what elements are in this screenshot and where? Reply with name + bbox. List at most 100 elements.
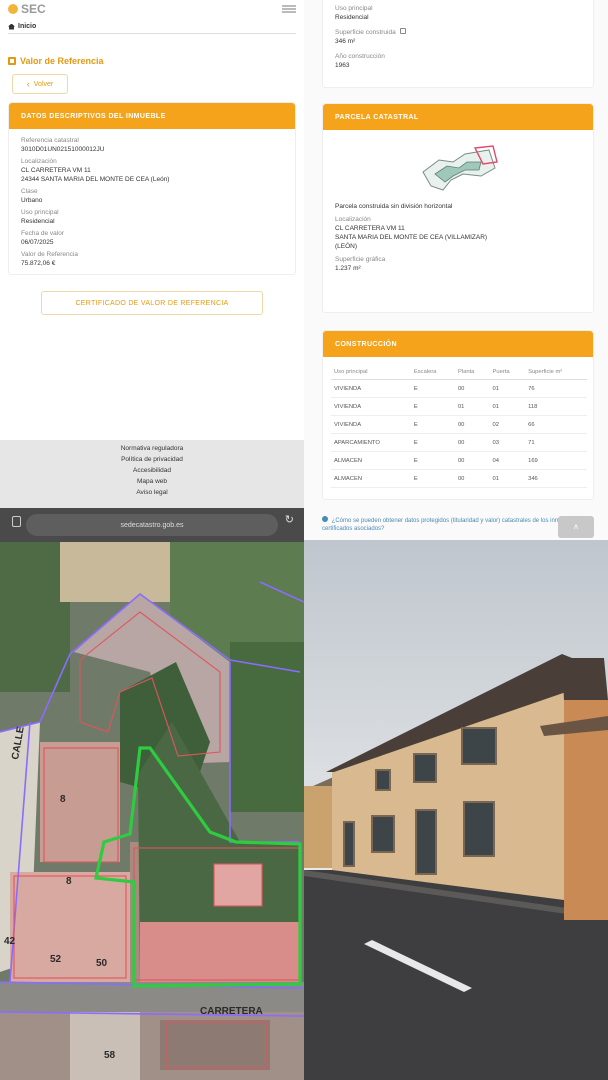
field-label: Uso principal	[335, 5, 373, 12]
construccion-card: CONSTRUCCIÓN Uso principal Escalera Plan…	[322, 330, 594, 500]
inmueble-summary-card: Uso principal Residencial Superficie con…	[322, 0, 594, 88]
table-cell: 118	[525, 397, 587, 416]
column-header: Superficie m²	[525, 365, 587, 380]
info-icon	[322, 516, 328, 522]
cadastral-satellite-map[interactable]: CALLE CARRETERA 42 50 58 52 8 8	[0, 542, 304, 1080]
page-title-text: Valor de Referencia	[20, 56, 104, 66]
map-label-52: 52	[50, 954, 62, 965]
field-label: Referencia catastral	[21, 137, 79, 144]
table-cell: 71	[525, 433, 587, 452]
nav-home-link[interactable]: Inicio	[8, 20, 296, 34]
referencia-catastral-value: 3010D01UN02151000012JU	[21, 146, 105, 153]
table-cell: 346	[525, 469, 587, 488]
home-icon	[8, 23, 15, 30]
clase-value: Urbano	[21, 197, 43, 204]
footer-link-accesibilidad[interactable]: Accesibilidad	[0, 465, 304, 476]
table-cell: 66	[525, 415, 587, 434]
field-label: Fecha de valor	[21, 230, 64, 237]
map-canvas: CALLE CARRETERA 42 50 58 52 8 8	[0, 542, 304, 1080]
map-label-42: 42	[4, 936, 16, 947]
ano-construccion-value: 1963	[335, 62, 350, 69]
browser-toolbar: sedecatastro.gob.es ↻	[0, 508, 304, 542]
uso-principal-value: Residencial	[335, 14, 369, 21]
table-cell: 00	[454, 415, 490, 434]
home-label: Inicio	[18, 23, 37, 30]
table-cell: 00	[454, 433, 490, 452]
chevron-left-icon: ‹	[26, 79, 30, 89]
tabs-icon[interactable]	[12, 516, 21, 527]
parcela-description: Parcela construida sin división horizont…	[335, 203, 453, 210]
info-icon[interactable]	[399, 28, 406, 34]
table-cell: 76	[525, 379, 587, 398]
table-cell: 169	[525, 451, 587, 470]
table-cell: E	[410, 469, 455, 488]
table-cell: 00	[454, 469, 490, 488]
reload-icon[interactable]: ↻	[285, 513, 294, 526]
parcela-catastral-card: PARCELA CATASTRAL Parcela construida sin…	[322, 103, 594, 313]
table-cell: ALMACEN	[331, 469, 411, 488]
back-button-label: Volver	[33, 80, 54, 88]
table-cell: 03	[489, 433, 526, 452]
logo-text: SEC	[21, 2, 46, 16]
sec-logo[interactable]: SEC	[8, 2, 46, 16]
table-cell: E	[410, 451, 455, 470]
datos-descriptivos-card: DATOS DESCRIPTIVOS DEL INMUEBLE Referenc…	[8, 102, 296, 275]
table-row: VIVIENDA E 00 01 76	[331, 379, 587, 398]
field-label: Superficie construida	[335, 28, 581, 37]
superficie-grafica-value: 1.237 m²	[335, 265, 361, 272]
table-row: ALMACEN E 00 04 169	[331, 451, 587, 470]
table-cell: E	[410, 379, 455, 398]
table-cell: VIVIENDA	[331, 397, 411, 416]
footer-link-mapa-web[interactable]: Mapa web	[0, 476, 304, 487]
column-header: Escalera	[410, 365, 455, 380]
scroll-to-top-button[interactable]: ˄	[558, 516, 594, 538]
parcela-localizacion-3: (LEÓN)	[335, 243, 358, 250]
parcela-localizacion-2: SANTA MARIA DEL MONTE DE CEA (VILLAMIZAR…	[335, 234, 488, 241]
parcela-localizacion: CL CARRETERA VM 11	[335, 225, 405, 232]
datos-card-header: DATOS DESCRIPTIVOS DEL INMUEBLE	[9, 103, 295, 129]
map-label-58: 58	[104, 1050, 116, 1061]
table-row: VIVIENDA E 01 01 118	[331, 397, 587, 416]
superficie-label: Superficie construida	[335, 29, 396, 36]
table-cell: E	[410, 415, 455, 434]
table-cell: E	[410, 397, 455, 416]
table-cell: 00	[454, 379, 490, 398]
table-header-row: Uso principal Escalera Planta Puerta Sup…	[331, 365, 587, 380]
valor-referencia-value: 75.872,06 €	[21, 260, 56, 267]
map-label-8b: 8	[60, 794, 66, 805]
field-label: Clase	[21, 188, 38, 195]
table-row: ALMACEN E 00 01 346	[331, 469, 587, 488]
datos-protegidos-text: ¿Cómo se pueden obtener datos protegidos…	[322, 518, 583, 532]
certificado-button[interactable]: CERTIFICADO DE VALOR DE REFERENCIA	[41, 291, 263, 315]
column-header: Planta	[454, 365, 490, 380]
footer-links: Normativa reguladora Política de privaci…	[0, 440, 304, 508]
column-header: Uso principal	[331, 365, 411, 380]
back-button[interactable]: ‹ Volver	[12, 74, 68, 94]
table-cell: 01	[489, 469, 526, 488]
field-label: Superficie gráfica	[335, 256, 386, 263]
map-label-8a: 8	[66, 876, 72, 887]
map-label-50: 50	[96, 958, 108, 969]
table-row: APARCAMIENTO E 00 03 71	[331, 433, 587, 452]
datos-protegidos-link[interactable]: ¿Cómo se pueden obtener datos protegidos…	[322, 516, 592, 533]
footer-link-aviso-legal[interactable]: Aviso legal	[0, 487, 304, 498]
table-cell: ALMACEN	[331, 451, 411, 470]
table-cell: VIVIENDA	[331, 415, 411, 434]
parcel-shape-icon[interactable]	[413, 140, 503, 196]
document-icon	[8, 57, 16, 65]
address-bar-url: sedecatastro.gob.es	[120, 521, 184, 529]
app-header: SEC	[0, 0, 304, 18]
field-label: Localización	[335, 216, 371, 223]
field-label: Valor de Referencia	[21, 251, 78, 258]
field-label: Localización	[21, 158, 57, 165]
footer-link-normativa[interactable]: Normativa reguladora	[0, 443, 304, 454]
table-cell: 00	[454, 451, 490, 470]
chevron-up-icon: ˄	[573, 522, 579, 532]
menu-icon[interactable]	[282, 5, 296, 13]
localizacion-value: CL CARRETERA VM 11	[21, 167, 91, 174]
address-bar[interactable]: sedecatastro.gob.es	[26, 514, 278, 536]
table-cell: APARCAMIENTO	[331, 433, 411, 452]
footer-link-privacidad[interactable]: Política de privacidad	[0, 454, 304, 465]
uso-principal-value: Residencial	[21, 218, 55, 225]
table-cell: 04	[489, 451, 526, 470]
